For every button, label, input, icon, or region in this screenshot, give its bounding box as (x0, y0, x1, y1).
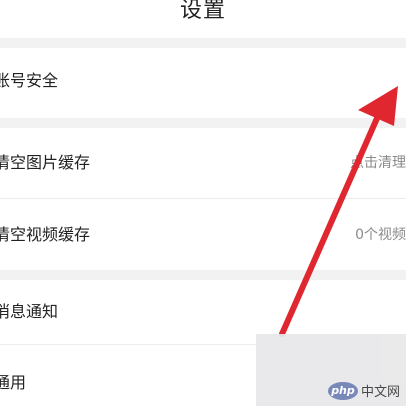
watermark-text: 中文网 (360, 385, 400, 400)
section-separator (0, 38, 406, 48)
section-separator (0, 118, 406, 128)
page-title: 设置 (179, 0, 226, 23)
php-logo-icon: php (327, 381, 358, 400)
settings-item-label: 清空视频缓存 (0, 225, 91, 244)
settings-item-clear-image-cache[interactable]: 清空图片缓存 点击清理 (0, 128, 406, 198)
navigation-bar: 设置 (0, 0, 406, 38)
settings-item-label: 消息通知 (0, 302, 59, 321)
settings-item-account-security[interactable]: 账号安全 (0, 48, 406, 118)
settings-item-label: 通用 (0, 373, 27, 392)
video-cache-count: 0个视频 (355, 227, 406, 243)
clear-image-cache-action: 点击清理 (350, 155, 406, 171)
watermark: php 中文网 (256, 334, 406, 406)
settings-item-label: 账号安全 (0, 71, 59, 90)
settings-screen: 设置 账号安全 清空图片缓存 点击清理 清空视频缓存 0个视频 消息通知 通用 … (0, 0, 406, 406)
section-separator (0, 270, 406, 280)
settings-item-clear-video-cache[interactable]: 清空视频缓存 0个视频 (0, 199, 406, 270)
settings-item-label: 清空图片缓存 (0, 153, 91, 172)
